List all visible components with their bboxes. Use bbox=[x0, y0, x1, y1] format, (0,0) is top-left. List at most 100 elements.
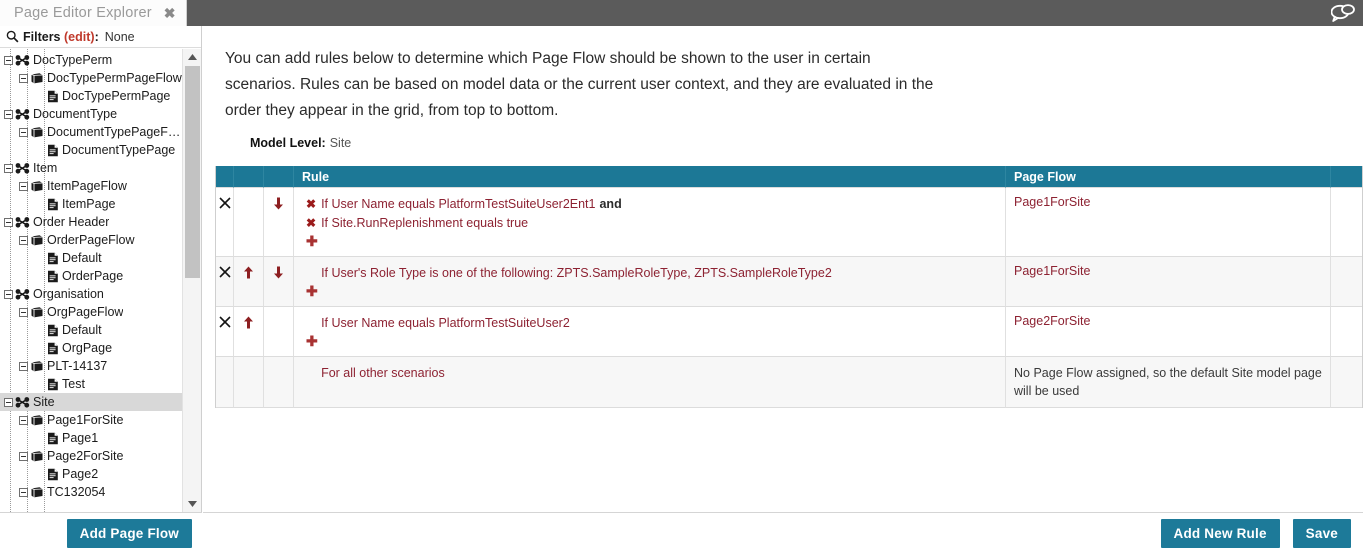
tree-node-orgpage[interactable]: OrgPage bbox=[0, 339, 183, 357]
delete-row-icon[interactable] bbox=[216, 316, 233, 328]
tree-node-tc132054[interactable]: TC132054 bbox=[0, 483, 183, 501]
scroll-up-arrow-icon[interactable] bbox=[183, 49, 202, 65]
delete-rule-cell[interactable] bbox=[216, 307, 234, 357]
tree-node-itempage[interactable]: ItemPage bbox=[0, 195, 183, 213]
grid-header-cell: Page Flow bbox=[1006, 166, 1331, 188]
tree-node-documenttype[interactable]: DocumentType bbox=[0, 105, 183, 123]
page-icon bbox=[48, 342, 58, 354]
grid-header-row: Rule Page Flow bbox=[216, 166, 1362, 188]
tree-node-order-header[interactable]: Order Header bbox=[0, 213, 183, 231]
filters-edit-link[interactable]: (edit) bbox=[64, 30, 95, 44]
page-flow-link[interactable]: Page1ForSite bbox=[1014, 264, 1090, 278]
tree-node-page1[interactable]: Page1 bbox=[0, 429, 183, 447]
delete-row-icon[interactable] bbox=[216, 266, 233, 278]
add-new-rule-button[interactable]: Add New Rule bbox=[1160, 519, 1280, 548]
grid-header-cell: Rule bbox=[294, 166, 1006, 188]
delete-rule-cell bbox=[216, 357, 234, 408]
tree-node-doctypepermpageflow[interactable]: DocTypePermPageFlow bbox=[0, 69, 183, 87]
add-condition-icon[interactable]: ✚ bbox=[302, 233, 997, 249]
page-icon bbox=[48, 468, 58, 480]
collapse-toggle-icon[interactable] bbox=[19, 73, 28, 83]
pageflow-icon bbox=[31, 414, 43, 425]
move-up-cell[interactable] bbox=[234, 257, 264, 307]
page-flow-cell[interactable]: Page1ForSite bbox=[1006, 188, 1331, 257]
grid-end-spacer bbox=[1331, 357, 1362, 408]
close-icon[interactable]: ✖ bbox=[164, 6, 176, 20]
page-flow-cell: No Page Flow assigned, so the default Si… bbox=[1006, 357, 1331, 408]
tree-node-default[interactable]: Default bbox=[0, 321, 183, 339]
tree-node-organisation[interactable]: Organisation bbox=[0, 285, 183, 303]
model-icon bbox=[15, 396, 30, 408]
tree-node-orgpageflow[interactable]: OrgPageFlow bbox=[0, 303, 183, 321]
page-icon bbox=[48, 270, 58, 282]
rule-condition: ✖ If Site.RunReplenishment equals true bbox=[302, 214, 997, 233]
move-down-arrow-icon[interactable] bbox=[264, 266, 293, 279]
move-down-cell[interactable] bbox=[264, 257, 294, 307]
add-page-flow-button[interactable]: Add Page Flow bbox=[66, 519, 192, 548]
delete-rule-cell[interactable] bbox=[216, 257, 234, 307]
grid-end-spacer bbox=[1331, 257, 1362, 307]
tree-node-page2[interactable]: Page2 bbox=[0, 465, 183, 483]
tree-node-label: DocTypePermPageFlow bbox=[47, 71, 182, 85]
scroll-down-arrow-icon[interactable] bbox=[183, 496, 202, 512]
tree-node-documenttypepageflow[interactable]: DocumentTypePageFlow bbox=[0, 123, 183, 141]
collapse-toggle-icon[interactable] bbox=[19, 415, 28, 425]
tree-node-doctypeperm[interactable]: DocTypePerm bbox=[0, 51, 183, 69]
tree-node-documenttypepage[interactable]: DocumentTypePage bbox=[0, 141, 183, 159]
move-down-arrow-icon[interactable] bbox=[264, 197, 293, 210]
collapse-toggle-icon[interactable] bbox=[19, 127, 28, 137]
move-up-arrow-icon[interactable] bbox=[234, 316, 263, 329]
collapse-toggle-icon[interactable] bbox=[19, 235, 28, 245]
remove-condition-icon[interactable]: ✖ bbox=[306, 195, 316, 214]
collapse-toggle-icon[interactable] bbox=[4, 217, 13, 227]
delete-row-icon[interactable] bbox=[216, 197, 233, 209]
rule-condition-text: If User Name equals PlatformTestSuiteUse… bbox=[321, 197, 596, 211]
page-flow-cell[interactable]: Page2ForSite bbox=[1006, 307, 1331, 357]
rule-condition-conjunction: and bbox=[599, 197, 622, 211]
chat-bubble-icon[interactable] bbox=[1329, 1, 1357, 25]
rule-condition-text: If Site.RunReplenishment equals true bbox=[321, 216, 529, 230]
page-icon bbox=[48, 144, 58, 156]
tab-page-editor-explorer[interactable]: Page Editor Explorer ✖ bbox=[0, 0, 187, 26]
tree-node-site[interactable]: Site bbox=[0, 393, 183, 411]
move-up-cell[interactable] bbox=[234, 307, 264, 357]
grid-header-cell bbox=[216, 166, 234, 188]
model-tree[interactable]: DocTypePerm DocTypePermPageFlow DocTypePer… bbox=[0, 49, 183, 512]
tree-node-item[interactable]: Item bbox=[0, 159, 183, 177]
tree-node-orderpage[interactable]: OrderPage bbox=[0, 267, 183, 285]
page-flow-link[interactable]: Page2ForSite bbox=[1014, 314, 1090, 328]
table-row: ✖If User Name equals PlatformTestSuiteUs… bbox=[216, 307, 1362, 357]
collapse-toggle-icon[interactable] bbox=[4, 55, 13, 65]
collapse-toggle-icon[interactable] bbox=[19, 307, 28, 317]
collapse-toggle-icon[interactable] bbox=[19, 361, 28, 371]
tree-node-page1forsite[interactable]: Page1ForSite bbox=[0, 411, 183, 429]
collapse-toggle-icon[interactable] bbox=[4, 163, 13, 173]
rule-condition: ✖If User's Role Type is one of the follo… bbox=[302, 264, 997, 283]
pageflow-icon bbox=[31, 360, 43, 371]
collapse-toggle-icon[interactable] bbox=[4, 397, 13, 407]
collapse-toggle-icon[interactable] bbox=[19, 451, 28, 461]
tree-node-page2forsite[interactable]: Page2ForSite bbox=[0, 447, 183, 465]
remove-condition-icon[interactable]: ✖ bbox=[306, 214, 316, 233]
move-up-arrow-icon[interactable] bbox=[234, 266, 263, 279]
add-condition-icon[interactable]: ✚ bbox=[302, 333, 997, 349]
collapse-toggle-icon[interactable] bbox=[4, 109, 13, 119]
tree-node-itempageflow[interactable]: ItemPageFlow bbox=[0, 177, 183, 195]
save-button[interactable]: Save bbox=[1292, 519, 1351, 548]
tree-scrollbar-thumb[interactable] bbox=[185, 66, 200, 278]
tree-node-label: Test bbox=[62, 377, 85, 391]
add-condition-icon[interactable]: ✚ bbox=[302, 283, 997, 299]
tree-scrollbar[interactable] bbox=[182, 49, 201, 512]
delete-rule-cell[interactable] bbox=[216, 188, 234, 257]
tree-node-plt-14137[interactable]: PLT-14137 bbox=[0, 357, 183, 375]
tree-node-default[interactable]: Default bbox=[0, 249, 183, 267]
tree-node-test[interactable]: Test bbox=[0, 375, 183, 393]
collapse-toggle-icon[interactable] bbox=[19, 181, 28, 191]
move-down-cell[interactable] bbox=[264, 188, 294, 257]
collapse-toggle-icon[interactable] bbox=[19, 487, 28, 497]
page-flow-link[interactable]: Page1ForSite bbox=[1014, 195, 1090, 209]
tree-node-doctypepermpage[interactable]: DocTypePermPage bbox=[0, 87, 183, 105]
collapse-toggle-icon[interactable] bbox=[4, 289, 13, 299]
tree-node-orderpageflow[interactable]: OrderPageFlow bbox=[0, 231, 183, 249]
page-flow-cell[interactable]: Page1ForSite bbox=[1006, 257, 1331, 307]
